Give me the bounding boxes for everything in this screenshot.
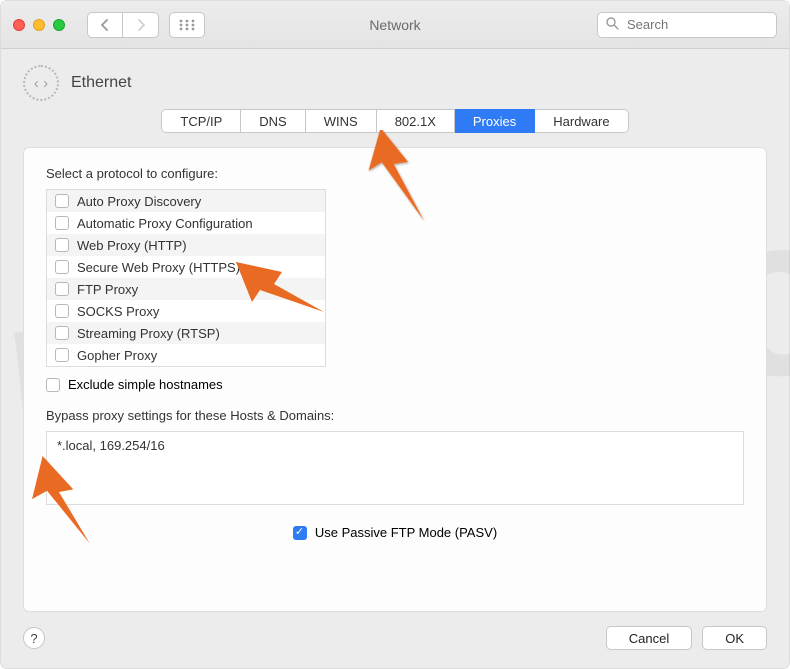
tab-hardware[interactable]: Hardware xyxy=(535,109,628,133)
protocol-checkbox[interactable] xyxy=(55,194,69,208)
tab-proxies[interactable]: Proxies xyxy=(455,109,535,133)
tab-8021x[interactable]: 802.1X xyxy=(377,109,455,133)
protocol-label: Streaming Proxy (RTSP) xyxy=(77,326,220,341)
back-button[interactable] xyxy=(87,12,123,38)
interface-name: Ethernet xyxy=(71,74,131,92)
proxies-panel: Select a protocol to configure: Auto Pro… xyxy=(23,147,767,612)
protocol-row[interactable]: Automatic Proxy Configuration xyxy=(47,212,325,234)
protocol-row[interactable]: FTP Proxy xyxy=(47,278,325,300)
close-window-button[interactable] xyxy=(13,19,25,31)
protocol-checkbox[interactable] xyxy=(55,304,69,318)
interface-header: ‹ › Ethernet xyxy=(1,49,789,107)
window-traffic-lights xyxy=(13,19,65,31)
search-field[interactable] xyxy=(597,12,777,38)
cancel-button[interactable]: Cancel xyxy=(606,626,692,650)
bypass-hosts-field[interactable]: *.local, 169.254/16 xyxy=(46,431,744,505)
passive-ftp-label: Use Passive FTP Mode (PASV) xyxy=(315,525,497,540)
minimize-window-button[interactable] xyxy=(33,19,45,31)
protocol-checkbox[interactable] xyxy=(55,282,69,296)
ethernet-icon: ‹ › xyxy=(23,65,59,101)
search-icon xyxy=(606,17,619,33)
protocol-row[interactable]: Gopher Proxy xyxy=(47,344,325,366)
exclude-simple-label: Exclude simple hostnames xyxy=(68,377,223,392)
titlebar: Network xyxy=(1,1,789,49)
ok-button[interactable]: OK xyxy=(702,626,767,650)
footer: ? Cancel OK xyxy=(1,612,789,668)
tab-wins[interactable]: WINS xyxy=(306,109,377,133)
protocol-checkbox[interactable] xyxy=(55,238,69,252)
bypass-label: Bypass proxy settings for these Hosts & … xyxy=(46,408,744,423)
protocol-row[interactable]: Auto Proxy Discovery xyxy=(47,190,325,212)
zoom-window-button[interactable] xyxy=(53,19,65,31)
window-title: Network xyxy=(369,17,420,33)
protocol-row[interactable]: Secure Web Proxy (HTTPS) xyxy=(47,256,325,278)
nav-buttons xyxy=(87,12,159,38)
protocol-label: SOCKS Proxy xyxy=(77,304,159,319)
protocol-checkbox[interactable] xyxy=(55,216,69,230)
forward-button[interactable] xyxy=(123,12,159,38)
protocol-row[interactable]: Streaming Proxy (RTSP) xyxy=(47,322,325,344)
help-button[interactable]: ? xyxy=(23,627,45,649)
protocol-label: Auto Proxy Discovery xyxy=(77,194,201,209)
protocol-label: Gopher Proxy xyxy=(77,348,157,363)
protocol-checkbox[interactable] xyxy=(55,326,69,340)
tab-dns[interactable]: DNS xyxy=(241,109,305,133)
protocol-row[interactable]: Web Proxy (HTTP) xyxy=(47,234,325,256)
select-protocol-label: Select a protocol to configure: xyxy=(46,166,744,181)
show-all-button[interactable] xyxy=(169,12,205,38)
protocol-label: FTP Proxy xyxy=(77,282,138,297)
tab-tcpip[interactable]: TCP/IP xyxy=(161,109,241,133)
search-input[interactable] xyxy=(625,16,768,33)
protocol-checkbox[interactable] xyxy=(55,260,69,274)
exclude-simple-checkbox[interactable] xyxy=(46,378,60,392)
protocol-label: Web Proxy (HTTP) xyxy=(77,238,187,253)
tabs-bar: TCP/IPDNSWINS802.1XProxiesHardware xyxy=(161,109,628,133)
protocol-row[interactable]: SOCKS Proxy xyxy=(47,300,325,322)
protocol-list[interactable]: Auto Proxy Discovery Automatic Proxy Conf… xyxy=(46,189,326,367)
protocol-label: Automatic Proxy Configuration xyxy=(77,216,253,231)
protocol-label: Secure Web Proxy (HTTPS) xyxy=(77,260,240,275)
protocol-checkbox[interactable] xyxy=(55,348,69,362)
passive-ftp-checkbox[interactable] xyxy=(293,526,307,540)
network-preferences-window: pcrisk.com Network xyxy=(0,0,790,669)
